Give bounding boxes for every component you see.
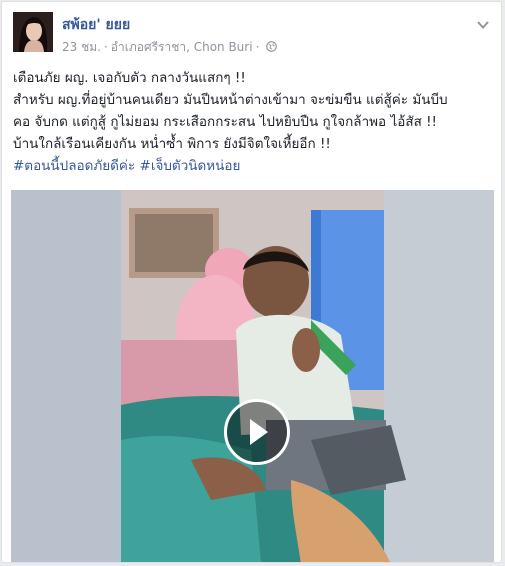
post-text: เตือนภัย ผญ. เจอกับตัว กลางวันแสกๆ !! สำ… [13, 67, 497, 177]
author-name[interactable]: สพ้อย' ยยย [62, 14, 130, 36]
post-meta: 23 ชม. · อำเภอศรีราชา, Chon Buri · [62, 38, 278, 57]
play-icon[interactable] [224, 399, 290, 465]
meta-separator-2: · [255, 40, 260, 54]
video-player[interactable] [11, 190, 494, 562]
hashtags: #ตอนนี้ปลอดภัยดีค่ะ #เจ็บตัวนิดหน่อย [13, 155, 497, 177]
post-text-line: สำหรับ ผญ.ที่อยู่บ้านคนเดียว มันปีนหน้าต… [13, 92, 448, 108]
post-card: สพ้อย' ยยย 23 ชม. · อำเภอศรีราชา, Chon Bur… [1, 1, 502, 563]
post-timestamp[interactable]: 23 ชม. [62, 40, 101, 54]
post-location[interactable]: อำเภอศรีราชา, Chon Buri [111, 40, 253, 54]
meta-separator: · [103, 40, 108, 54]
hashtag-link[interactable]: #ตอนนี้ปลอดภัยดีค่ะ [13, 158, 135, 174]
video-thumbnail [11, 190, 494, 562]
chevron-down-icon[interactable] [475, 16, 491, 29]
hashtag-link[interactable]: #เจ็บตัวนิดหน่อย [140, 158, 241, 174]
avatar[interactable] [13, 12, 53, 52]
globe-icon[interactable] [266, 41, 278, 55]
post-text-line: เตือนภัย ผญ. เจอกับตัว กลางวันแสกๆ !! [13, 70, 246, 86]
post-text-line: บ้านใกล้เรือนเคียงกัน หน่ำซ้ำ พิการ ยังม… [13, 136, 331, 152]
post-text-line: คอ จับกด แต่กูสู้ กูไม่ยอม กระเสือกกระสน… [13, 114, 437, 130]
